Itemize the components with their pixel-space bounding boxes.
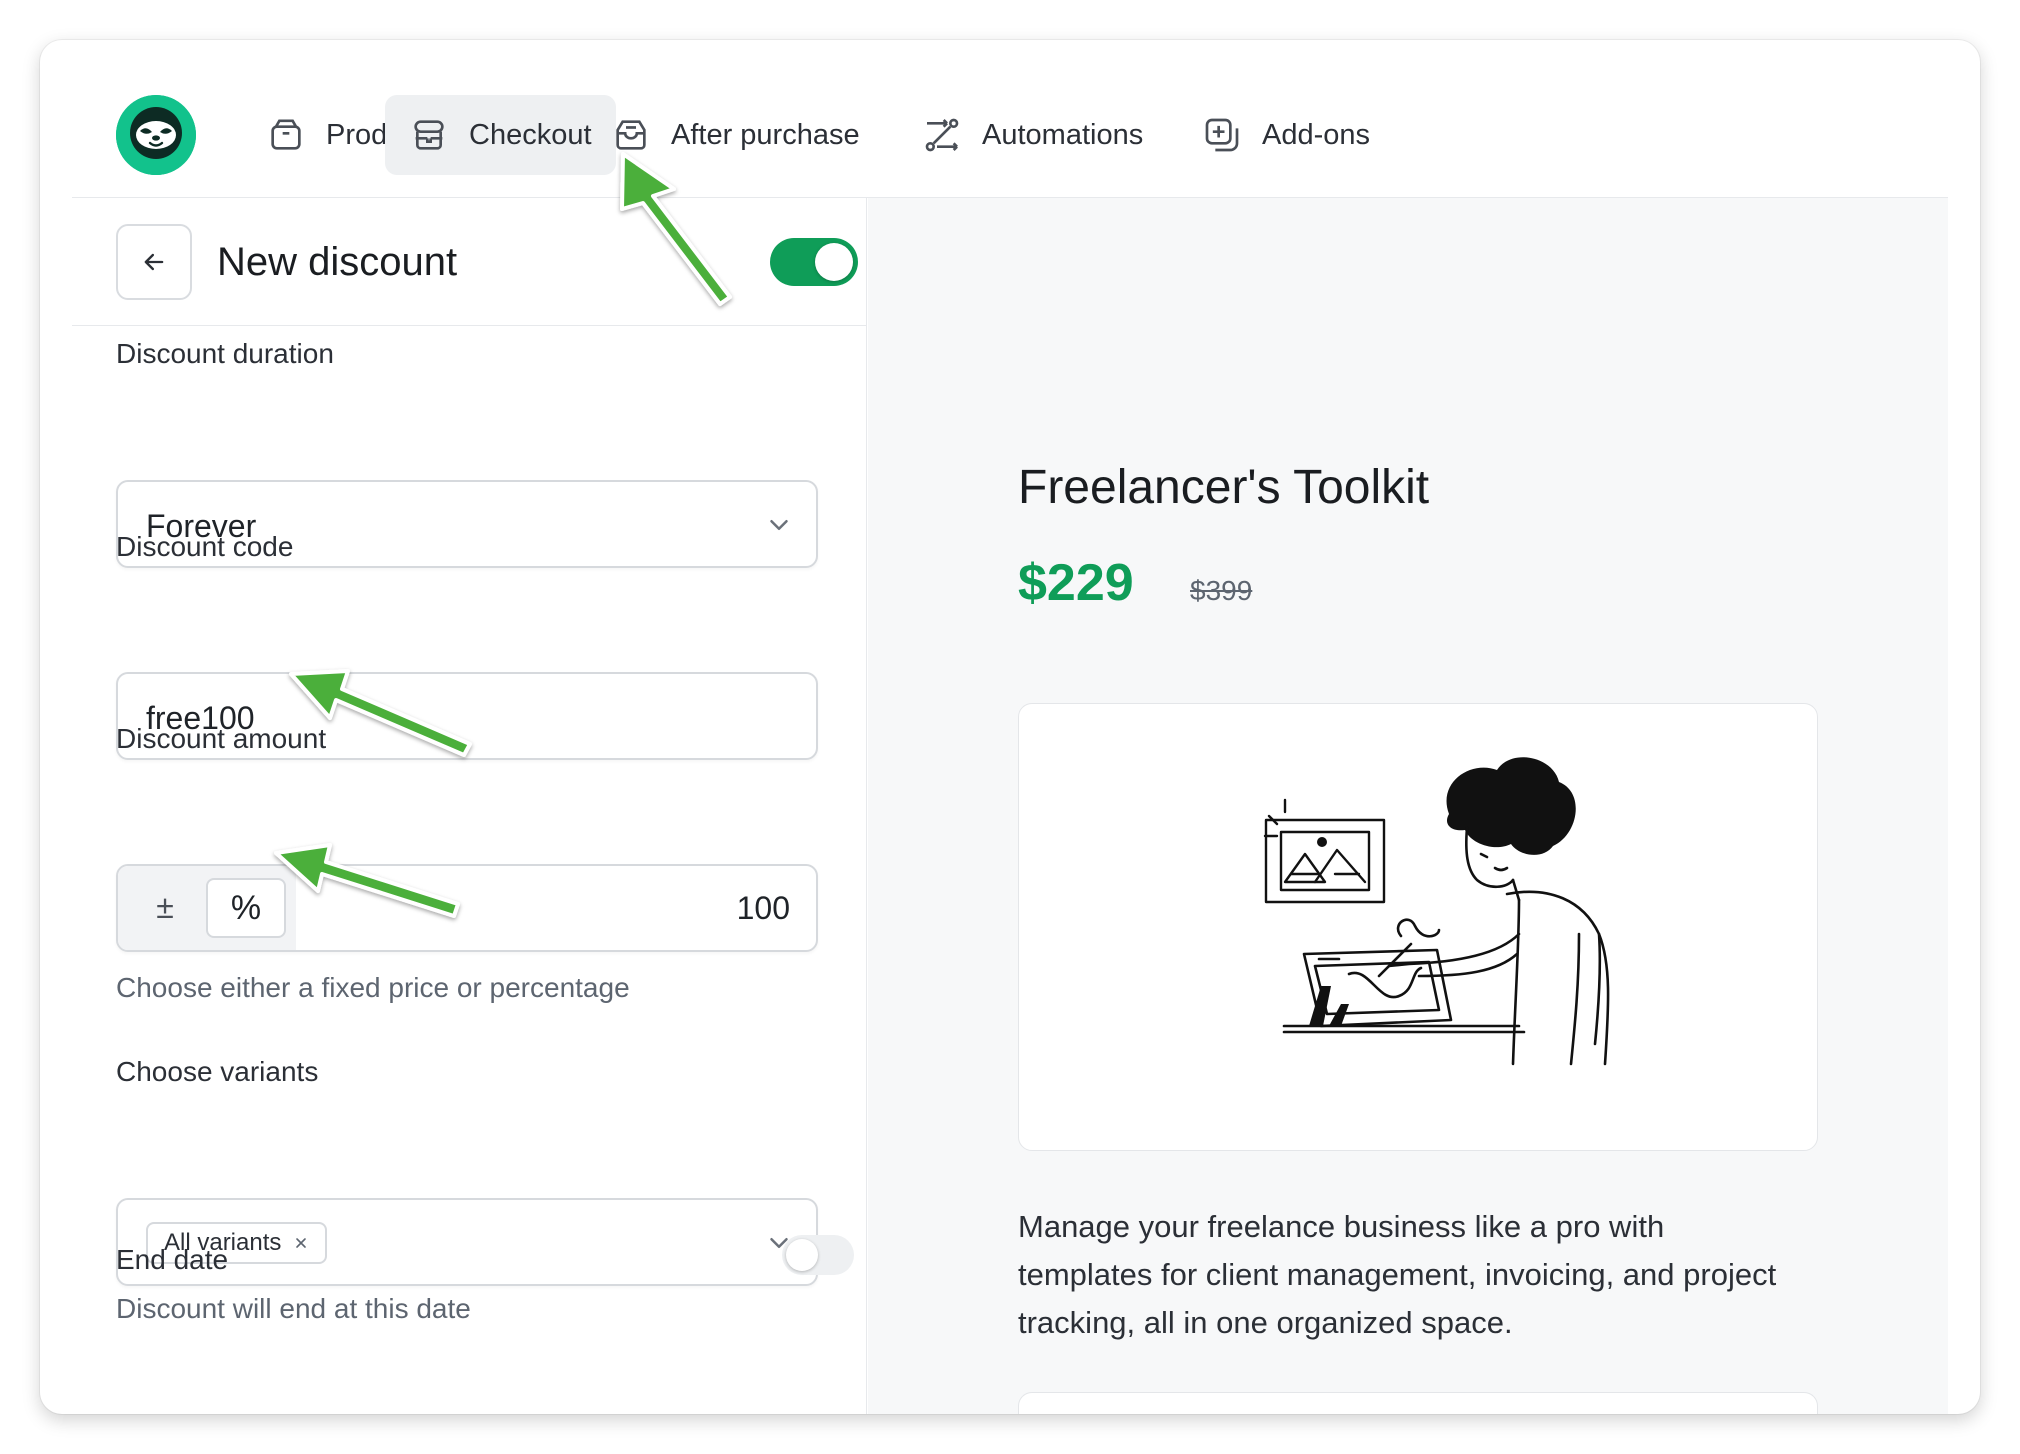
checkout-preview: Freelancer's Toolkit $229 $399 Manage yo… — [868, 198, 1948, 1414]
end-date-hint: Discount will end at this date — [116, 1293, 471, 1324]
checkout-card — [1018, 1392, 1818, 1414]
designer-illustration — [1263, 757, 1610, 1066]
amount-type-switch: ± % — [118, 866, 296, 950]
original-price: $399 — [1190, 575, 1253, 606]
nav-item-label: Add-ons — [1262, 118, 1371, 151]
variants-label: Choose variants — [116, 1056, 319, 1087]
nav-item-label: Automations — [982, 118, 1144, 151]
product-description: Manage your freelance business like a pr… — [1018, 1209, 1777, 1340]
box-icon — [271, 119, 301, 150]
page-title: New discount — [217, 240, 458, 284]
nav-item-checkout[interactable]: Checkout — [385, 95, 616, 175]
product-title: Freelancer's Toolkit — [1018, 461, 1430, 514]
nav-item-add-ons[interactable]: Add-ons — [1178, 95, 1394, 175]
form-header: New discount — [72, 198, 867, 326]
end-date-label: End date — [116, 1244, 229, 1275]
discount-amount-input[interactable]: ± % 100 — [116, 864, 818, 952]
storefront-icon — [414, 120, 444, 150]
code-label: Discount code — [116, 531, 294, 562]
workflow-icon — [925, 118, 959, 152]
nav-item-automations[interactable]: Automations — [898, 95, 1167, 175]
end-date-toggle[interactable] — [782, 1235, 854, 1275]
inbox-icon — [616, 120, 646, 150]
product-image-card — [1018, 703, 1818, 1151]
chevron-down-icon — [770, 520, 788, 530]
toggle-knob — [815, 243, 853, 281]
fixed-amount-option[interactable]: ± — [142, 884, 188, 930]
toggle-knob — [786, 1239, 818, 1271]
duration-label: Discount duration — [116, 338, 334, 369]
nav-item-label: Checkout — [469, 118, 592, 151]
amount-label: Discount amount — [116, 723, 327, 754]
discount-amount-value: 100 — [736, 890, 790, 926]
amount-hint: Choose either a fixed price or percentag… — [116, 972, 630, 1003]
arrow-left-icon — [144, 253, 164, 271]
product-price: $229 — [1018, 554, 1134, 612]
brand-logo[interactable] — [116, 95, 196, 175]
top-navigation: Product Checkout After purchase Automati… — [72, 40, 1948, 198]
discount-enabled-toggle[interactable] — [770, 238, 858, 286]
app-window: Product Checkout After purchase Automati… — [40, 40, 1980, 1414]
percentage-option[interactable]: % — [206, 878, 286, 938]
sloth-logo-icon — [116, 95, 196, 175]
discount-form-panel: New discount Discount duration Forever D… — [72, 198, 867, 1414]
back-button[interactable] — [116, 224, 192, 300]
add-square-icon — [1205, 118, 1239, 152]
nav-item-after-purchase[interactable]: After purchase — [587, 95, 884, 175]
close-icon[interactable] — [293, 1235, 309, 1251]
nav-item-label: After purchase — [671, 118, 860, 151]
